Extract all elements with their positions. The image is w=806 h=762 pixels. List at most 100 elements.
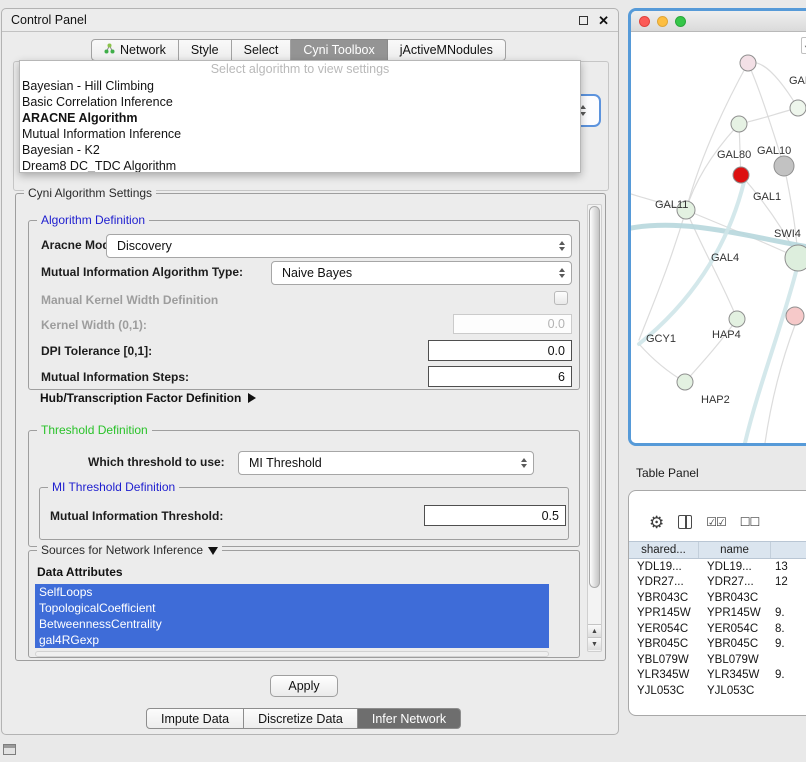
column-header[interactable] [771, 542, 806, 558]
node-label: GAL11 [655, 199, 688, 211]
network-edge [686, 63, 748, 210]
columns-icon[interactable] [678, 515, 692, 529]
tab-label: Style [191, 43, 219, 57]
algorithm-option[interactable]: Dream8 DC_TDC Algorithm [20, 158, 580, 173]
attribute-item[interactable]: TopologicalCoefficient [35, 600, 549, 616]
tab-cyni-toolbox[interactable]: Cyni Toolbox [291, 39, 387, 61]
minimized-window-icon[interactable] [3, 744, 16, 755]
network-node[interactable] [740, 55, 756, 71]
tab-label: Select [244, 43, 279, 57]
algorithm-option[interactable]: Bayesian - K2 [20, 142, 580, 158]
table-cell: YJL053C [629, 685, 699, 697]
attribute-item[interactable]: SelfLoops [35, 584, 549, 600]
node-label: HAP4 [712, 329, 741, 341]
mi-steps-field[interactable]: 6 [428, 366, 572, 387]
kernel-width-label: Kernel Width (0,1): [41, 318, 147, 332]
network-node[interactable] [731, 116, 747, 132]
canvas-corner-widget[interactable]: ✓ [801, 37, 806, 54]
table-row[interactable]: YDL19...YDL19...13 [629, 559, 806, 575]
table-cell: YDL19... [629, 561, 699, 573]
settings-group-title: Cyni Algorithm Settings [24, 186, 156, 200]
mi-threshold-definition-title: MI Threshold Definition [48, 480, 179, 494]
mi-threshold-field[interactable]: 0.5 [424, 505, 566, 526]
network-node[interactable] [785, 245, 806, 271]
algorithm-option[interactable]: Basic Correlation Inference [20, 94, 580, 110]
table-cell: YER054C [629, 623, 699, 635]
table-row[interactable]: YBL079WYBL079W [629, 652, 806, 668]
mi-threshold-definition-group: MI Threshold Definition Mutual Informati… [39, 487, 569, 540]
collapse-arrow-icon[interactable] [208, 547, 218, 555]
network-icon [104, 43, 115, 57]
scrollbar-thumb[interactable] [589, 206, 600, 588]
control-panel-titlebar[interactable]: Control Panel ✕ [2, 9, 618, 32]
scroll-up-button[interactable]: ▲ [588, 624, 601, 637]
tab-network[interactable]: Network [91, 39, 179, 61]
deselect-all-checkboxes-icon[interactable]: ☐☐ [740, 515, 760, 529]
network-node[interactable] [774, 156, 794, 176]
attribute-item[interactable]: gal4RGexp [35, 632, 549, 648]
zoom-traffic-light[interactable] [675, 16, 686, 27]
scroll-down-button[interactable]: ▼ [588, 637, 601, 650]
close-traffic-light[interactable] [639, 16, 650, 27]
algorithm-placeholder: Select algorithm to view settings [20, 61, 580, 78]
tab-jactivemnodules[interactable]: jActiveMNodules [388, 39, 506, 61]
network-view-window: GAL80GAL10GAL11GAL1SWI4GAL4GCY1HAP4HAP2G… [628, 8, 806, 446]
network-canvas[interactable]: GAL80GAL10GAL11GAL1SWI4GAL4GCY1HAP4HAP2G… [631, 32, 806, 443]
tab-style[interactable]: Style [179, 39, 232, 61]
manual-kernel-label: Manual Kernel Width Definition [41, 293, 218, 307]
network-node[interactable] [786, 307, 804, 325]
column-header[interactable]: name [699, 542, 771, 558]
tab-select[interactable]: Select [232, 39, 292, 61]
algorithm-option[interactable]: Bayesian - Hill Climbing [20, 78, 580, 94]
network-window-titlebar[interactable] [631, 11, 806, 32]
which-threshold-select[interactable]: MI Threshold [238, 451, 534, 475]
float-window-icon[interactable] [579, 16, 588, 25]
table-row[interactable]: YER054CYER054C8. [629, 621, 806, 637]
network-node[interactable] [729, 311, 745, 327]
gear-icon[interactable]: ⚙ [649, 514, 664, 531]
control-panel-window: Control Panel ✕ Network Style Select Cyni T… [1, 8, 619, 735]
manual-kernel-checkbox[interactable] [554, 291, 568, 305]
attribute-item[interactable]: BetweennessCentrality [35, 616, 549, 632]
bottom-tab-infer-network[interactable]: Infer Network [358, 708, 461, 729]
algorithm-option[interactable]: Mutual Information Inference [20, 126, 580, 142]
dpi-tolerance-field[interactable]: 0.0 [428, 340, 572, 361]
network-edge [639, 344, 685, 382]
table-row[interactable]: YBR045CYBR045C9. [629, 637, 806, 653]
table-cell: YDR27... [699, 576, 771, 588]
table-row[interactable]: YBR043CYBR043C [629, 590, 806, 606]
apply-button[interactable]: Apply [270, 675, 338, 697]
network-node[interactable] [790, 100, 806, 116]
network-edge [686, 124, 739, 210]
dpi-tolerance-value: 0.0 [548, 344, 565, 358]
minimize-traffic-light[interactable] [657, 16, 668, 27]
algorithm-definition-group: Algorithm Definition Aracne Mode: Discov… [28, 220, 580, 390]
data-attributes-list: SelfLoopsTopologicalCoefficientBetweenne… [35, 584, 549, 648]
table-row[interactable]: YLR345WYLR345W9. [629, 668, 806, 684]
table-row[interactable]: YJL053CYJL053C [629, 683, 806, 699]
node-label: HAP2 [701, 394, 730, 406]
mi-steps-label: Mutual Information Steps: [41, 370, 189, 384]
close-icon[interactable]: ✕ [598, 14, 609, 27]
bottom-tab-impute-data[interactable]: Impute Data [146, 708, 244, 729]
mi-type-select[interactable]: Naive Bayes [271, 261, 572, 285]
hub-definition-section[interactable]: Hub/Transcription Factor Definition [40, 391, 256, 405]
threshold-definition-title: Threshold Definition [37, 423, 152, 437]
table-cell: YLR345W [699, 669, 771, 681]
network-edge [765, 325, 795, 443]
network-node[interactable] [733, 167, 749, 183]
algorithm-option[interactable]: ARACNE Algorithm [20, 110, 580, 126]
select-all-checkboxes-icon[interactable]: ☑☑ [706, 515, 726, 529]
table-cell: YPR145W [629, 607, 699, 619]
table-panel-title: Table Panel [636, 466, 699, 480]
attributes-hscrollbar[interactable] [35, 651, 549, 657]
expand-arrow-icon[interactable] [248, 393, 256, 403]
aracne-mode-select[interactable]: Discovery [106, 234, 572, 258]
column-header[interactable]: shared... [629, 542, 699, 558]
table-row[interactable]: YDR27...YDR27...12 [629, 575, 806, 591]
settings-scrollbar[interactable]: ▲ ▼ [587, 204, 602, 652]
network-node[interactable] [677, 374, 693, 390]
sources-title[interactable]: Sources for Network Inference [37, 543, 222, 557]
bottom-tab-discretize-data[interactable]: Discretize Data [244, 708, 358, 729]
table-row[interactable]: YPR145WYPR145W9. [629, 606, 806, 622]
